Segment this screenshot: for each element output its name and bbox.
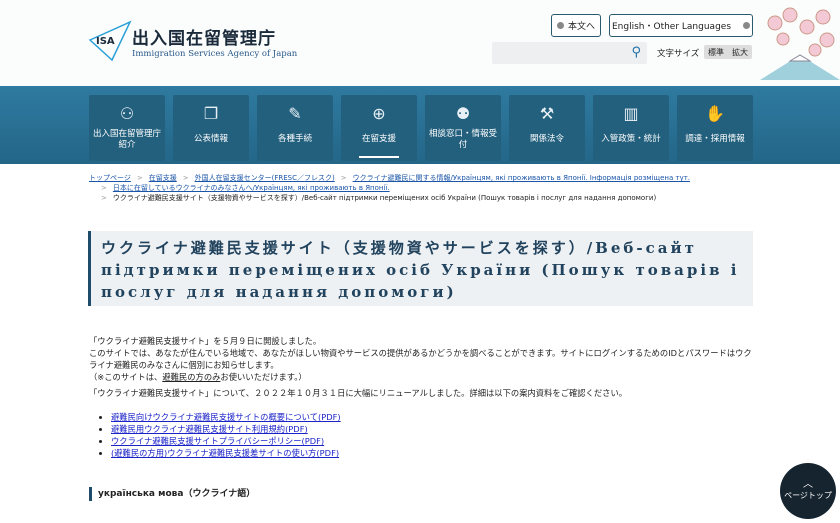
breadcrumb-current: ウクライナ避難民支援サイト（支援物資やサービスを探す）/Веб-сайт під… [112, 194, 657, 202]
svg-text:ISA: ISA [96, 36, 115, 47]
pdf-link-list: 避難民向けウクライナ避難民支援サイトの概要について(PDF) 避難民用ウクライナ… [111, 411, 759, 459]
nav-item-procedures[interactable]: ✎ 各種手続 [257, 95, 333, 161]
nav-item-public-info[interactable]: ❐ 公表情報 [173, 95, 249, 161]
isa-logo-icon: ISA [88, 20, 132, 62]
note-text: お使いいただけます。） [220, 372, 307, 382]
main-content: 「ウクライナ避難民支援サイト」を５月９日に開設しました。 このサイトでは、あなた… [89, 335, 759, 459]
skip-to-content-button[interactable]: 本文へ [551, 14, 601, 37]
site-logo[interactable]: ISA 出入国在留管理庁 Immigration Services Agency… [88, 20, 297, 62]
nav-label: 入管政策・統計 [601, 134, 661, 145]
sakura-fuji-illustration-icon [760, 7, 840, 80]
font-size-toggle: 標準 拡大 [704, 45, 752, 59]
breadcrumb: トップページ > 在留支援 > 外国人在留支援センター(FRESC／フレスク) > ウクライ… [89, 174, 691, 202]
font-size-standard-button[interactable]: 標準 [708, 47, 724, 58]
breadcrumb-link[interactable]: 在留支援 [149, 174, 177, 182]
nav-item-laws[interactable]: ⚒ 関係法令 [509, 95, 585, 161]
search-input[interactable]: ⚲ [492, 42, 647, 64]
font-size-large-button[interactable]: 拡大 [732, 47, 748, 58]
people-network-icon: ⚇ [119, 104, 135, 123]
language-button[interactable]: English・Other Languages [609, 14, 753, 37]
paragraph: 「ウクライナ避難民支援サイト」を５月９日に開設しました。 [89, 336, 322, 346]
page-title: ウクライナ避難民支援サイト（支援物資やサービスを探す）/Веб-сайт під… [88, 231, 753, 306]
page-top-label: ページトップ [784, 491, 832, 500]
language-label: English・Other Languages [611, 22, 732, 32]
list-item: 避難民用ウクライナ避難民支援サイト利用規約(PDF) [111, 423, 759, 435]
list-item: ウクライナ避難民支援サイトプライバシーポリシー(PDF) [111, 435, 759, 447]
documents-icon: ❐ [203, 104, 219, 123]
paragraph: 「ウクライナ避難民支援サイト」について、２０２２年１０月３１日に大幅にリニューア… [89, 388, 628, 398]
nav-label: 出入国在留管理庁紹介 [92, 128, 161, 150]
form-pen-icon: ✎ [288, 104, 302, 123]
pdf-link[interactable]: 避難民向けウクライナ避難民支援サイトの概要について(PDF) [111, 412, 341, 422]
breadcrumb-link[interactable]: トップページ [89, 174, 131, 182]
breadcrumb-link[interactable]: 日本に在留しているウクライナのみなさんへ/Українцям, які прож… [113, 184, 390, 192]
page-top-button[interactable]: ︿ ページトップ [780, 463, 836, 519]
logo-title: 出入国在留管理庁 [132, 28, 276, 49]
chart-icon: ▥ [623, 104, 639, 123]
breadcrumb-link[interactable]: 外国人在留支援センター(FRESC／フレスク) [195, 174, 335, 182]
gavel-icon: ⚒ [539, 104, 555, 123]
circle-icon [743, 22, 751, 29]
nav-item-residence-support[interactable]: ⊕ 在留支援 [341, 95, 417, 161]
nav-label: 相談窓口・情報受付 [428, 128, 497, 150]
note-emphasis: 避難民の方のみ [162, 372, 221, 382]
font-size-label: 文字サイズ [657, 49, 700, 59]
nav-label: 各種手続 [277, 134, 312, 145]
list-item: 避難民向けウクライナ避難民支援サイトの概要について(PDF) [111, 411, 759, 423]
search-icon[interactable]: ⚲ [631, 45, 641, 60]
breadcrumb-link[interactable]: ウクライナ避難民に関する情報/Українцям, які проживають… [353, 174, 690, 182]
nav-item-consultation[interactable]: ⚉ 相談窓口・情報受付 [425, 95, 501, 161]
note-text: （※このサイトは、 [89, 372, 163, 382]
nav-item-policy-stats[interactable]: ▥ 入管政策・統計 [593, 95, 669, 161]
handshake-icon: ✋ [705, 104, 725, 123]
nav-item-agency-intro[interactable]: ⚇ 出入国在留管理庁紹介 [89, 95, 165, 161]
circle-icon [556, 22, 564, 29]
chevron-up-icon: ︿ [803, 479, 813, 490]
paragraph: このサイトでは、あなたが住んでいる地域で、あなたがほしい物資やサービスの提供があ… [89, 348, 752, 370]
pdf-link[interactable]: 避難民用ウクライナ避難民支援サイト利用規約(PDF) [111, 424, 308, 434]
nav-item-procurement[interactable]: ✋ 調達・採用情報 [677, 95, 753, 161]
nav-label: 公表情報 [193, 134, 228, 145]
skip-label: 本文へ [567, 22, 595, 32]
nav-label: 在留支援 [361, 134, 396, 145]
consultation-icon: ⚉ [455, 104, 471, 123]
nav-label: 調達・採用情報 [685, 134, 745, 145]
nav-label: 関係法令 [529, 134, 564, 145]
section-heading: українська мова（ウクライナ語） [89, 487, 255, 501]
global-nav: ⚇ 出入国在留管理庁紹介 ❐ 公表情報 ✎ 各種手続 ⊕ 在留支援 ⚉ 相談窓口・情報受付… [89, 95, 753, 161]
site-header: ISA 出入国在留管理庁 Immigration Services Agency… [0, 0, 840, 86]
pdf-link[interactable]: (避難民の方用)ウクライナ避難民支援差サイトの使い方(PDF) [111, 448, 339, 458]
globe-hand-icon: ⊕ [372, 104, 386, 123]
logo-subtitle: Immigration Services Agency of Japan [132, 48, 298, 59]
paragraph-note: （※このサイトは、避難民の方のみお使いいただけます。） [89, 371, 759, 383]
list-item: (避難民の方用)ウクライナ避難民支援差サイトの使い方(PDF) [111, 447, 759, 459]
pdf-link[interactable]: ウクライナ避難民支援サイトプライバシーポリシー(PDF) [111, 436, 324, 446]
